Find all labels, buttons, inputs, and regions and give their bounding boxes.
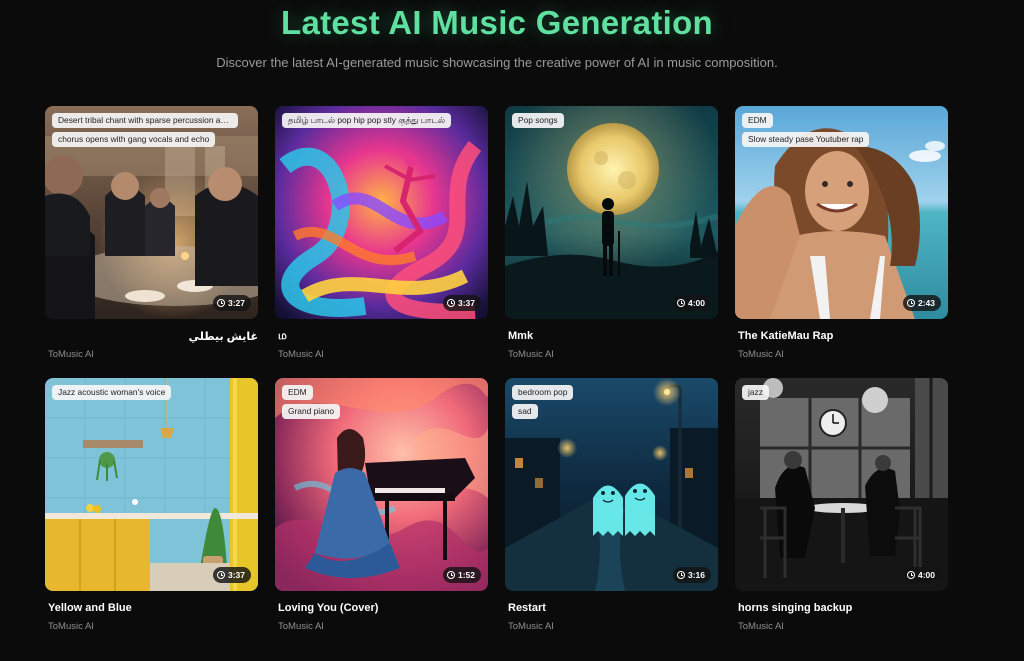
duration-badge: 3:16 bbox=[672, 567, 711, 583]
song-title[interactable]: horns singing backup bbox=[735, 602, 948, 616]
duration-badge: 2:43 bbox=[902, 295, 941, 311]
clock-icon bbox=[906, 299, 915, 307]
cover-image[interactable]: தமிழ் பாடல் pop hip pop stly குத்து பாடல… bbox=[275, 106, 488, 319]
cover-image[interactable]: EDM Grand piano 1:52 bbox=[275, 378, 488, 591]
music-card[interactable]: Jazz acoustic woman's voice 3:37 Yellow … bbox=[45, 378, 258, 650]
cover-image[interactable]: Desert tribal chant with sparse percussi… bbox=[45, 106, 258, 319]
cover-image[interactable]: bedroom pop sad 3:16 bbox=[505, 378, 718, 591]
page-subtitle: Discover the latest AI-generated music s… bbox=[216, 55, 778, 70]
duration-badge: 4:00 bbox=[672, 295, 711, 311]
music-grid: Desert tribal chant with sparse percussi… bbox=[45, 106, 950, 650]
duration-badge: 3:27 bbox=[212, 295, 251, 311]
tag-list: Jazz acoustic woman's voice bbox=[52, 385, 251, 400]
artist-name: ToMusic AI bbox=[278, 621, 324, 632]
cover-image[interactable]: jazz 4:00 bbox=[735, 378, 948, 591]
tag-list: EDM Grand piano bbox=[282, 385, 481, 419]
song-title[interactable]: غايش بيطلي bbox=[45, 330, 258, 344]
tag[interactable]: Grand piano bbox=[282, 404, 341, 419]
music-card[interactable]: தமிழ் பாடல் pop hip pop stly குத்து பாடல… bbox=[275, 106, 488, 378]
song-title[interactable]: Restart bbox=[505, 602, 718, 616]
clock-icon bbox=[216, 571, 225, 579]
tag[interactable]: EDM bbox=[742, 113, 773, 128]
tag-list: bedroom pop sad bbox=[512, 385, 711, 419]
duration-text: 4:00 bbox=[687, 298, 705, 308]
cover-image[interactable]: Pop songs 4:00 bbox=[505, 106, 718, 319]
duration-text: 3:16 bbox=[687, 570, 705, 580]
clock-icon bbox=[676, 571, 685, 579]
tag[interactable]: தமிழ் பாடல் pop hip pop stly குத்து பாடல… bbox=[282, 113, 451, 128]
tag-list: தமிழ் பாடல் pop hip pop stly குத்து பாடல… bbox=[282, 113, 481, 128]
tag[interactable]: bedroom pop bbox=[512, 385, 574, 400]
artist-name: ToMusic AI bbox=[48, 621, 94, 632]
artist-name: ToMusic AI bbox=[48, 349, 94, 360]
tag[interactable]: sad bbox=[512, 404, 538, 419]
duration-text: 3:27 bbox=[227, 298, 245, 308]
song-title[interactable]: Loving You (Cover) bbox=[275, 602, 488, 616]
cover-image[interactable]: EDM Slow steady pase Youtuber rap 2:43 bbox=[735, 106, 948, 319]
tag[interactable]: EDM bbox=[282, 385, 313, 400]
clock-icon bbox=[676, 299, 685, 307]
cover-image[interactable]: Jazz acoustic woman's voice 3:37 bbox=[45, 378, 258, 591]
duration-text: 2:43 bbox=[917, 298, 935, 308]
tag[interactable]: Slow steady pase Youtuber rap bbox=[742, 132, 870, 147]
tag[interactable]: Desert tribal chant with sparse percussi… bbox=[52, 113, 238, 128]
duration-badge: 1:52 bbox=[442, 567, 481, 583]
duration-text: 3:37 bbox=[227, 570, 245, 580]
artist-name: ToMusic AI bbox=[508, 621, 554, 632]
page: Latest AI Music Generation Discover the … bbox=[0, 0, 1024, 661]
music-card[interactable]: Pop songs 4:00 Mmk ToMusic AI bbox=[505, 106, 718, 378]
song-title[interactable]: The KatieMau Rap bbox=[735, 330, 948, 344]
colorful-dancer-image bbox=[275, 106, 488, 319]
clock-icon bbox=[216, 299, 225, 307]
bw-cafe-image bbox=[735, 378, 948, 591]
music-card[interactable]: EDM Grand piano 1:52 Loving You (Cover) … bbox=[275, 378, 488, 650]
tag[interactable]: jazz bbox=[742, 385, 769, 400]
clock-icon bbox=[446, 571, 455, 579]
tag-list: Desert tribal chant with sparse percussi… bbox=[52, 113, 251, 147]
artist-name: ToMusic AI bbox=[738, 349, 784, 360]
music-card[interactable]: bedroom pop sad 3:16 Restart ToMusic AI bbox=[505, 378, 718, 650]
duration-badge: 3:37 bbox=[442, 295, 481, 311]
clock-icon bbox=[906, 571, 915, 579]
tag[interactable]: Jazz acoustic woman's voice bbox=[52, 385, 172, 400]
duration-badge: 3:37 bbox=[212, 567, 251, 583]
music-card[interactable]: Desert tribal chant with sparse percussi… bbox=[45, 106, 258, 378]
artist-name: ToMusic AI bbox=[508, 349, 554, 360]
artist-name: ToMusic AI bbox=[738, 621, 784, 632]
tag-list: EDM Slow steady pase Youtuber rap bbox=[742, 113, 941, 147]
page-title: Latest AI Music Generation bbox=[281, 4, 713, 41]
artist-name: ToMusic AI bbox=[278, 349, 324, 360]
duration-text: 1:52 bbox=[457, 570, 475, 580]
duration-text: 4:00 bbox=[917, 570, 935, 580]
duration-badge: 4:00 bbox=[902, 567, 941, 583]
song-title[interactable]: ம bbox=[275, 330, 488, 344]
music-card[interactable]: EDM Slow steady pase Youtuber rap 2:43 T… bbox=[735, 106, 948, 378]
tag[interactable]: Pop songs bbox=[512, 113, 564, 128]
yellow-blue-kitchen-image bbox=[45, 378, 258, 591]
song-title[interactable]: Mmk bbox=[505, 330, 718, 344]
moon-silhouette-image bbox=[505, 106, 718, 319]
clock-icon bbox=[446, 299, 455, 307]
tag-list: Pop songs bbox=[512, 113, 711, 128]
song-title[interactable]: Yellow and Blue bbox=[45, 602, 258, 616]
music-card[interactable]: jazz 4:00 horns singing backup ToMusic A… bbox=[735, 378, 948, 650]
tag-list: jazz bbox=[742, 385, 941, 400]
duration-text: 3:37 bbox=[457, 298, 475, 308]
tag[interactable]: chorus opens with gang vocals and echo bbox=[52, 132, 216, 147]
